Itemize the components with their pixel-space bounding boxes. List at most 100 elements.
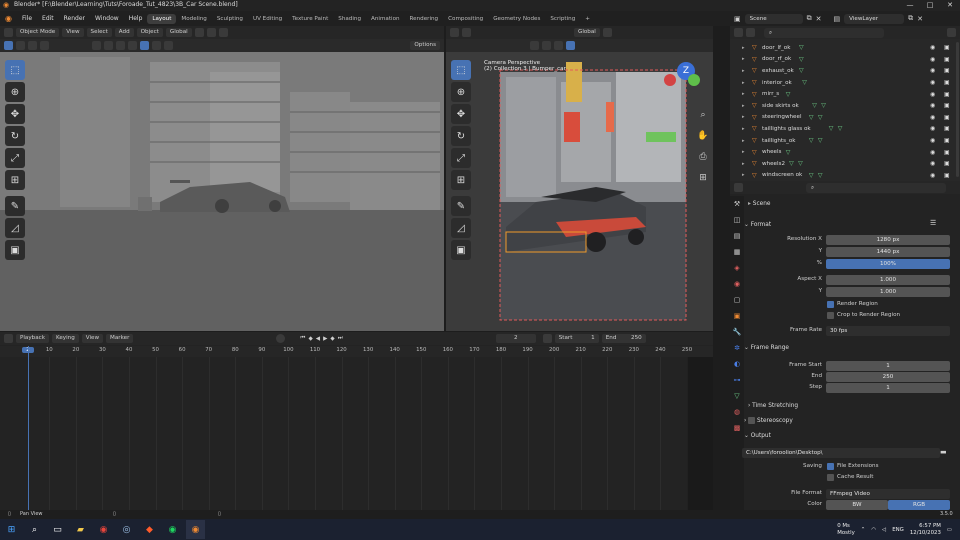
cache-result-checkbox[interactable]: [827, 474, 834, 481]
eye-icon[interactable]: ◉: [930, 79, 935, 86]
menu-render[interactable]: Render: [59, 15, 90, 22]
expand-arrow-icon[interactable]: ▸: [742, 149, 745, 155]
outliner-scrollbar[interactable]: [956, 42, 959, 177]
expand-arrow-icon[interactable]: ▸: [742, 103, 745, 109]
eye-icon[interactable]: ◉: [930, 172, 935, 179]
frame-range-panel-header[interactable]: ⌄ Frame Range: [744, 342, 954, 354]
tab-shading[interactable]: Shading: [333, 14, 366, 24]
shading-rendered-icon-right[interactable]: [566, 41, 575, 50]
outliner-row[interactable]: ▸ ▽ wheels ▽ ◉ ▣: [730, 146, 960, 158]
playhead[interactable]: [28, 346, 29, 510]
outliner-row[interactable]: ▸ ▽ windscreen ok ▽ ▽ ◉ ▣: [730, 170, 960, 182]
timeline-tracks[interactable]: [0, 357, 713, 510]
texture-tab-icon[interactable]: ▩: [730, 420, 744, 436]
perspective-grid-icon[interactable]: ⊞: [694, 169, 712, 187]
overlay-toggle-icon[interactable]: [116, 41, 125, 50]
move-tool-icon-right[interactable]: ✥: [451, 104, 471, 124]
transform-orientation-dropdown[interactable]: Global: [165, 28, 192, 37]
camera-render-icon[interactable]: ▣: [944, 79, 950, 86]
outliner-row[interactable]: ▸ ▽ steeringwheel ▽ ▽ ◉ ▣: [730, 112, 960, 124]
pan-hand-icon[interactable]: ✋: [694, 127, 712, 145]
modifier-tab-icon[interactable]: 🔧: [730, 324, 744, 340]
menu-add[interactable]: Add: [114, 28, 134, 37]
shading-material-icon[interactable]: [152, 41, 161, 50]
menu-object[interactable]: Object: [136, 28, 163, 37]
end-frame-field[interactable]: End 250: [601, 334, 646, 343]
menu-file[interactable]: File: [17, 15, 37, 22]
scale-tool-icon[interactable]: ⤢: [5, 148, 25, 168]
outliner-row[interactable]: ▸ ▽ mirr_s ▽ ◉ ▣: [730, 88, 960, 100]
tab-layout[interactable]: Layout: [147, 13, 177, 24]
tab-compositing[interactable]: Compositing: [443, 14, 488, 24]
minimize-button[interactable]: —: [900, 0, 920, 11]
camera-render-icon[interactable]: ▣: [944, 102, 950, 109]
eye-icon[interactable]: ◉: [930, 160, 935, 167]
blender-taskbar-icon[interactable]: ◉: [186, 520, 205, 539]
start-frame-field[interactable]: Start 1: [554, 334, 599, 343]
resolution-pct-field[interactable]: 100%: [826, 259, 950, 269]
render-tab-icon[interactable]: ◫: [730, 212, 744, 228]
camera-render-icon[interactable]: ▣: [944, 137, 950, 144]
menu-view[interactable]: View: [62, 28, 84, 37]
clock[interactable]: 6:57 PM 12/10/2023: [910, 523, 941, 537]
file-extensions-checkbox[interactable]: [827, 463, 834, 470]
format-panel-header[interactable]: ⌄ Format: [744, 219, 954, 231]
frame-end-field[interactable]: 250: [826, 372, 950, 382]
axis-x-icon[interactable]: [664, 74, 676, 86]
chrome-icon[interactable]: ◉: [94, 520, 113, 539]
expand-arrow-icon[interactable]: ▸: [742, 68, 745, 74]
eye-icon[interactable]: ◉: [930, 114, 935, 121]
shading-rendered-icon[interactable]: [164, 41, 173, 50]
outliner-row[interactable]: ▸ ▽ taillights glass ok ▽ ▽ ◉ ▣: [730, 123, 960, 135]
wifi-icon[interactable]: ◠: [871, 527, 876, 533]
add-cube-tool-icon[interactable]: ▣: [5, 240, 25, 260]
resolution-y-field[interactable]: 1440 px: [826, 247, 950, 257]
add-cube-tool-icon-right[interactable]: ▣: [451, 240, 471, 260]
view-layer-copy-icon[interactable]: ⧉: [908, 14, 913, 23]
particles-tab-icon[interactable]: ✲: [730, 340, 744, 356]
scale-tool-icon-right[interactable]: ⤢: [451, 148, 471, 168]
camera-render-icon[interactable]: ▣: [944, 172, 950, 179]
tab-sculpting[interactable]: Sculpting: [212, 14, 248, 24]
outliner-editor-icon[interactable]: [734, 28, 743, 37]
scene-name-field[interactable]: Scene: [744, 13, 803, 24]
prev-key-icon[interactable]: ◆: [308, 336, 312, 342]
zoom-icon[interactable]: ⌕: [694, 106, 712, 124]
timeline-ruler[interactable]: 210 20 30 40 50 60 70 80 90 100 110 120 130 140 150 160…: [0, 346, 713, 357]
eye-icon[interactable]: ◉: [930, 102, 935, 109]
add-workspace-button[interactable]: +: [580, 14, 595, 24]
camera-render-icon[interactable]: ▣: [944, 91, 950, 98]
camera-render-icon[interactable]: ▣: [944, 44, 950, 51]
annotate-tool-icon[interactable]: ✎: [5, 196, 25, 216]
select-mode-icon-2[interactable]: [28, 41, 37, 50]
expand-arrow-icon[interactable]: ▸: [742, 45, 745, 51]
filter-icon[interactable]: [947, 28, 956, 37]
outliner-row[interactable]: ▸ ▽ door_rf_ok ▽ ◉ ▣: [730, 54, 960, 66]
view-menu-timeline[interactable]: View: [81, 334, 104, 343]
display-mode-icon[interactable]: [746, 28, 755, 37]
outliner-row[interactable]: ▸ ▽ wheels2 ▽ ▽ ◉ ▣: [730, 158, 960, 170]
camera-render-icon[interactable]: ▣: [944, 160, 950, 167]
select-tool-icon-right[interactable]: ⬚: [451, 60, 471, 80]
time-stretching-panel-header[interactable]: › Time Stretching: [748, 400, 958, 412]
menu-window[interactable]: Window: [90, 15, 124, 22]
file-format-dropdown[interactable]: FFmpeg Video: [826, 489, 950, 499]
move-tool-icon[interactable]: ✥: [5, 104, 25, 124]
camera-render-icon[interactable]: ▣: [944, 114, 950, 121]
camera-render-icon[interactable]: ▣: [944, 56, 950, 63]
camera-render-icon[interactable]: ▣: [944, 149, 950, 156]
tab-modeling[interactable]: Modeling: [176, 14, 211, 24]
maximize-button[interactable]: □: [920, 0, 940, 11]
file-explorer-icon[interactable]: ▰: [71, 520, 90, 539]
current-frame-field[interactable]: 2: [495, 334, 536, 343]
xray-toggle-icon[interactable]: [128, 41, 137, 50]
viewport-right[interactable]: Global Camera Perspective (2) Collection…: [446, 26, 713, 331]
aspect-x-field[interactable]: 1.000: [826, 275, 950, 285]
resolution-x-field[interactable]: 1280 px: [826, 235, 950, 245]
transform-tool-icon-right[interactable]: ⊞: [451, 170, 471, 190]
render-region-checkbox[interactable]: [827, 301, 834, 308]
outliner-row[interactable]: ▸ ▽ door_lf_ok ▽ ◉ ▣: [730, 42, 960, 54]
scene-close-icon[interactable]: ✕: [816, 15, 822, 23]
object-tab-icon[interactable]: ▣: [730, 308, 744, 324]
steam-icon[interactable]: ◎: [117, 520, 136, 539]
